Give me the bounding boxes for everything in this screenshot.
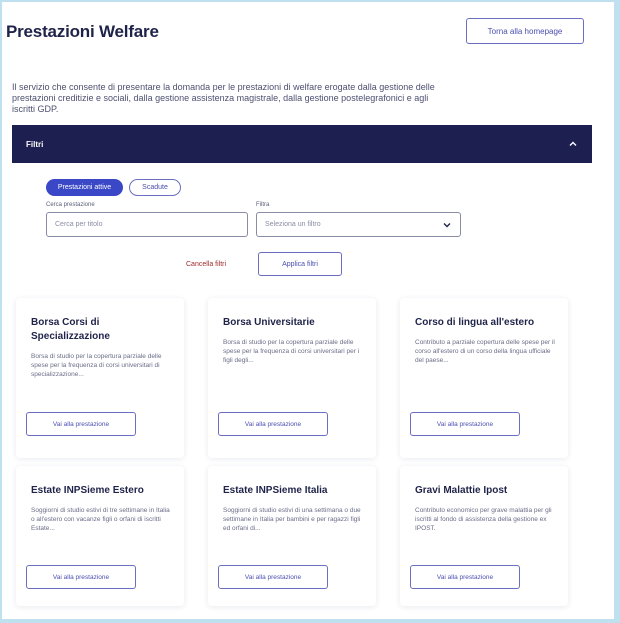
- filter-select-label: Filtra: [256, 202, 270, 208]
- filter-select-value: Seleziona un filtro: [265, 221, 321, 228]
- card-title: Borsa Corsi di Specializzazione: [31, 317, 110, 342]
- chevron-up-icon[interactable]: [568, 139, 578, 149]
- filter-accordion-header[interactable]: Filtri: [12, 125, 592, 163]
- card-title: Corso di lingua all'estero: [415, 317, 535, 328]
- card-description: Soggiorni di studio estivi di una settim…: [223, 507, 361, 532]
- card-gravi-malattie-ipost: Gravi Malattie Ipost Contributo economic…: [400, 466, 568, 606]
- home-button[interactable]: Torna alla homepage: [466, 18, 584, 44]
- bottom-border: [0, 619, 620, 623]
- card-description: Borsa di studio per la copertura parzial…: [223, 339, 360, 364]
- card-title: Estate INPSieme Estero: [31, 485, 144, 496]
- card-go-button[interactable]: Vai alla prestazione: [218, 412, 328, 436]
- pill-expired-benefits[interactable]: Scadute: [129, 179, 181, 196]
- search-placeholder: Cerca per titolo: [55, 221, 103, 228]
- card-go-button[interactable]: Vai alla prestazione: [218, 565, 328, 589]
- card-title: Gravi Malattie Ipost: [415, 485, 508, 496]
- card-estate-inpsieme-estero: Estate INPSieme Estero Soggiorni di stud…: [16, 466, 184, 606]
- status-toggle: Prestazioni attive Scadute: [46, 179, 181, 196]
- card-borsa-universitarie: Borsa Universitarie Borsa di studio per …: [208, 298, 376, 458]
- card-corso-lingua-estero: Corso di lingua all'estero Contributo a …: [400, 298, 568, 458]
- intro-text: Il servizio che consente di presentare l…: [12, 82, 435, 114]
- card-title: Borsa Universitarie: [223, 317, 315, 328]
- chevron-down-icon: [442, 220, 452, 230]
- pill-active-benefits[interactable]: Prestazioni attive: [46, 179, 123, 196]
- card-estate-inpsieme-italia: Estate INPSieme Italia Soggiorni di stud…: [208, 466, 376, 606]
- search-label: Cerca prestazione: [46, 202, 95, 208]
- card-title: Estate INPSieme Italia: [223, 485, 328, 496]
- page-title: Prestazioni Welfare: [6, 22, 159, 41]
- card-description: Contributo a parziale copertura delle sp…: [415, 339, 555, 364]
- card-go-button[interactable]: Vai alla prestazione: [410, 565, 520, 589]
- card-go-button[interactable]: Vai alla prestazione: [26, 565, 136, 589]
- cancel-filters-link[interactable]: Cancella filtri: [186, 261, 226, 268]
- card-description: Contributo economico per grave malattia …: [415, 507, 552, 532]
- filter-title: Filtri: [26, 139, 44, 149]
- search-input[interactable]: Cerca per titolo: [46, 212, 248, 237]
- page-header: Prestazioni Welfare Torna alla homepage: [6, 18, 606, 48]
- card-borsa-corsi-specializzazione: Borsa Corsi di Specializzazione Borsa di…: [16, 298, 184, 458]
- card-description: Borsa di studio per la copertura parzial…: [31, 353, 162, 378]
- filter-select[interactable]: Seleziona un filtro: [256, 212, 461, 237]
- card-go-button[interactable]: Vai alla prestazione: [410, 412, 520, 436]
- card-go-button[interactable]: Vai alla prestazione: [26, 412, 136, 436]
- apply-filters-button[interactable]: Applica filtri: [258, 252, 342, 276]
- card-description: Soggiorni di studio estivi di tre settim…: [31, 507, 170, 532]
